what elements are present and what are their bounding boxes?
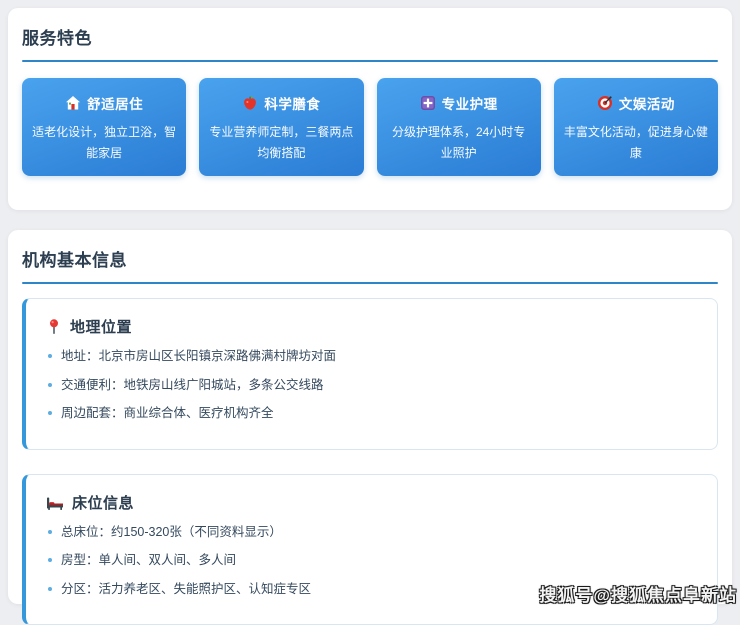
feature-title: 舒适居住 — [87, 93, 143, 113]
feature-desc: 适老化设计，独立卫浴，智能家居 — [32, 122, 176, 164]
feature-title: 科学膳食 — [264, 93, 320, 113]
feature-desc: 丰富文化活动，促进身心健康 — [564, 122, 708, 164]
feature-card-activities: 文娱活动 丰富文化活动，促进身心健康 — [554, 78, 718, 176]
list-item: 交通便利：地铁房山线广阳城站，多条公交线路 — [46, 377, 697, 395]
feature-title: 专业护理 — [442, 93, 498, 113]
feature-card-row: 舒适居住 适老化设计，独立卫浴，智能家居 科学膳食 专业营养师定制，三餐两点均衡… — [22, 78, 718, 176]
list-item: 周边配套：商业综合体、医疗机构齐全 — [46, 405, 697, 423]
feature-card-diet: 科学膳食 专业营养师定制，三餐两点均衡搭配 — [199, 78, 363, 176]
location-list: 地址：北京市房山区长阳镇京深路佛满村牌坊对面 交通便利：地铁房山线广阳城站，多条… — [46, 348, 697, 423]
feature-title: 文娱活动 — [619, 93, 675, 113]
info-card-title: 地理位置 — [70, 316, 132, 337]
feature-desc: 分级护理体系，24小时专业照护 — [387, 122, 531, 164]
bed-icon — [46, 494, 64, 511]
medical-icon — [420, 95, 436, 111]
feature-card-comfort: 舒适居住 适老化设计，独立卫浴，智能家居 — [22, 78, 186, 176]
info-card-title: 床位信息 — [72, 492, 134, 513]
basic-info-section: 机构基本信息 地理位置 地址：北京市房山区长阳镇京深路佛满村牌坊对面 交通便利：… — [8, 230, 732, 604]
list-item: 总床位：约150-320张（不同资料显示） — [46, 524, 697, 542]
sohu-watermark: 搜狐号@搜狐焦点阜新站 — [539, 581, 737, 606]
basic-info-title: 机构基本信息 — [22, 230, 718, 272]
feature-desc: 专业营养师定制，三餐两点均衡搭配 — [209, 122, 353, 164]
list-item: 地址：北京市房山区长阳镇京深路佛满村牌坊对面 — [46, 348, 697, 366]
list-item: 房型：单人间、双人间、多人间 — [46, 552, 697, 570]
basic-info-title-underline — [22, 282, 718, 284]
location-card: 地理位置 地址：北京市房山区长阳镇京深路佛满村牌坊对面 交通便利：地铁房山线广阳… — [22, 298, 718, 450]
services-title: 服务特色 — [22, 8, 718, 50]
target-icon — [597, 95, 613, 111]
services-title-underline — [22, 60, 718, 62]
services-section: 服务特色 舒适居住 适老化设计，独立卫浴，智能家居 科学膳食 专业营养师定制，三… — [8, 8, 732, 210]
feature-card-nursing: 专业护理 分级护理体系，24小时专业照护 — [377, 78, 541, 176]
apple-icon — [242, 95, 258, 111]
pin-icon — [46, 319, 62, 335]
house-icon — [65, 95, 81, 111]
